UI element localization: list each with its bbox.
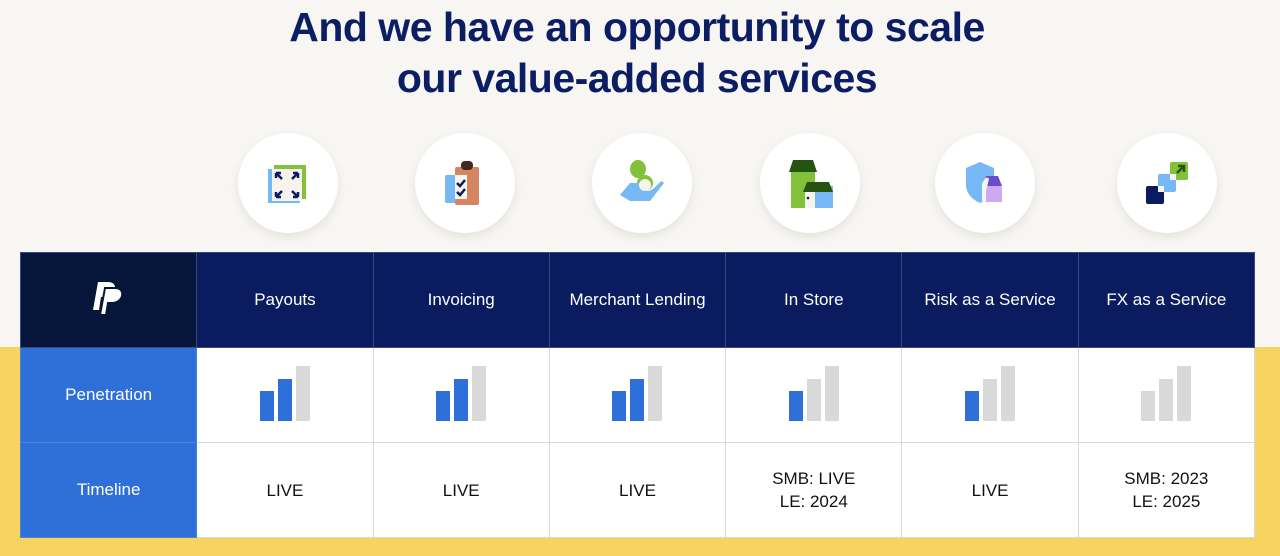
- header-merchant-lending: Merchant Lending: [548, 252, 727, 348]
- bar-empty: [1159, 378, 1174, 421]
- bar-empty: [472, 365, 487, 421]
- currency-exchange-icon: [1117, 133, 1217, 233]
- header-risk-as-a-service: Risk as a Service: [901, 252, 1079, 348]
- penetration-cell: [196, 347, 374, 443]
- bar-filled: [630, 378, 645, 421]
- penetration-cell: [901, 347, 1079, 443]
- bar-filled: [965, 390, 980, 421]
- penetration-cell: [1077, 347, 1256, 443]
- storefront-icon: [760, 133, 860, 233]
- timeline-value: LIVE: [971, 480, 1009, 500]
- clipboard-checklist-icon: [415, 133, 515, 233]
- header-payouts: Payouts: [196, 252, 374, 348]
- penetration-label: Penetration: [19, 347, 198, 443]
- penetration-bars: [1141, 365, 1192, 421]
- services-table: Payouts Invoicing Merchant Lending In St…: [19, 252, 1256, 538]
- bar-empty: [295, 365, 310, 421]
- page-title: And we have an opportunity to scale our v…: [0, 2, 1274, 104]
- bar-filled: [436, 390, 451, 421]
- timeline-label: Timeline: [19, 442, 198, 538]
- bar-empty: [806, 378, 821, 421]
- timeline-cell: SMB: LIVE LE: 2024: [725, 442, 903, 538]
- penetration-bars: [436, 365, 487, 421]
- penetration-cell: [725, 347, 903, 443]
- header-invoicing: Invoicing: [372, 252, 550, 348]
- header-in-store: In Store: [725, 252, 903, 348]
- bar-empty: [1141, 390, 1156, 421]
- header-fx-as-a-service: FX as a Service: [1077, 252, 1256, 348]
- bar-filled: [277, 378, 292, 421]
- timeline-value: LIVE: [619, 480, 656, 500]
- timeline-value: LE: 2025: [1132, 492, 1201, 511]
- penetration-bars: [788, 365, 839, 421]
- title-line-1: And we have an opportunity to scale: [289, 4, 985, 50]
- paypal-logo: [19, 252, 198, 348]
- penetration-row: Penetration: [19, 347, 1256, 443]
- penetration-bars: [259, 365, 310, 421]
- timeline-cell: LIVE: [372, 442, 550, 538]
- penetration-cell: [372, 347, 550, 443]
- penetration-bars: [612, 365, 663, 421]
- timeline-cell: LIVE: [548, 442, 727, 538]
- title-line-2: our value-added services: [396, 55, 878, 101]
- bar-empty: [1177, 365, 1192, 421]
- penetration-bars: [965, 365, 1016, 421]
- expand-icon: [238, 133, 338, 233]
- hand-money-icon: [592, 133, 692, 233]
- bar-empty: [824, 365, 839, 421]
- bar-empty: [983, 378, 998, 421]
- timeline-cell: LIVE: [196, 442, 374, 538]
- bar-empty: [1001, 365, 1016, 421]
- bar-filled: [259, 390, 274, 421]
- timeline-value: LE: 2024: [779, 492, 848, 511]
- bar-filled: [788, 390, 803, 421]
- bar-empty: [648, 365, 663, 421]
- header-row: Payouts Invoicing Merchant Lending In St…: [19, 252, 1256, 348]
- shield-store-icon: [935, 133, 1035, 233]
- timeline-value: SMB: 2023: [1124, 469, 1209, 488]
- timeline-value: SMB: LIVE: [772, 469, 856, 488]
- bar-filled: [612, 390, 627, 421]
- timeline-cell: LIVE: [901, 442, 1079, 538]
- bar-filled: [454, 378, 469, 421]
- timeline-cell: SMB: 2023 LE: 2025: [1077, 442, 1256, 538]
- timeline-value: LIVE: [266, 480, 304, 500]
- timeline-row: Timeline LIVE LIVE LIVE SMB: LIVE LE: 2024 LI…: [19, 442, 1256, 538]
- timeline-value: LIVE: [442, 480, 480, 500]
- penetration-cell: [548, 347, 727, 443]
